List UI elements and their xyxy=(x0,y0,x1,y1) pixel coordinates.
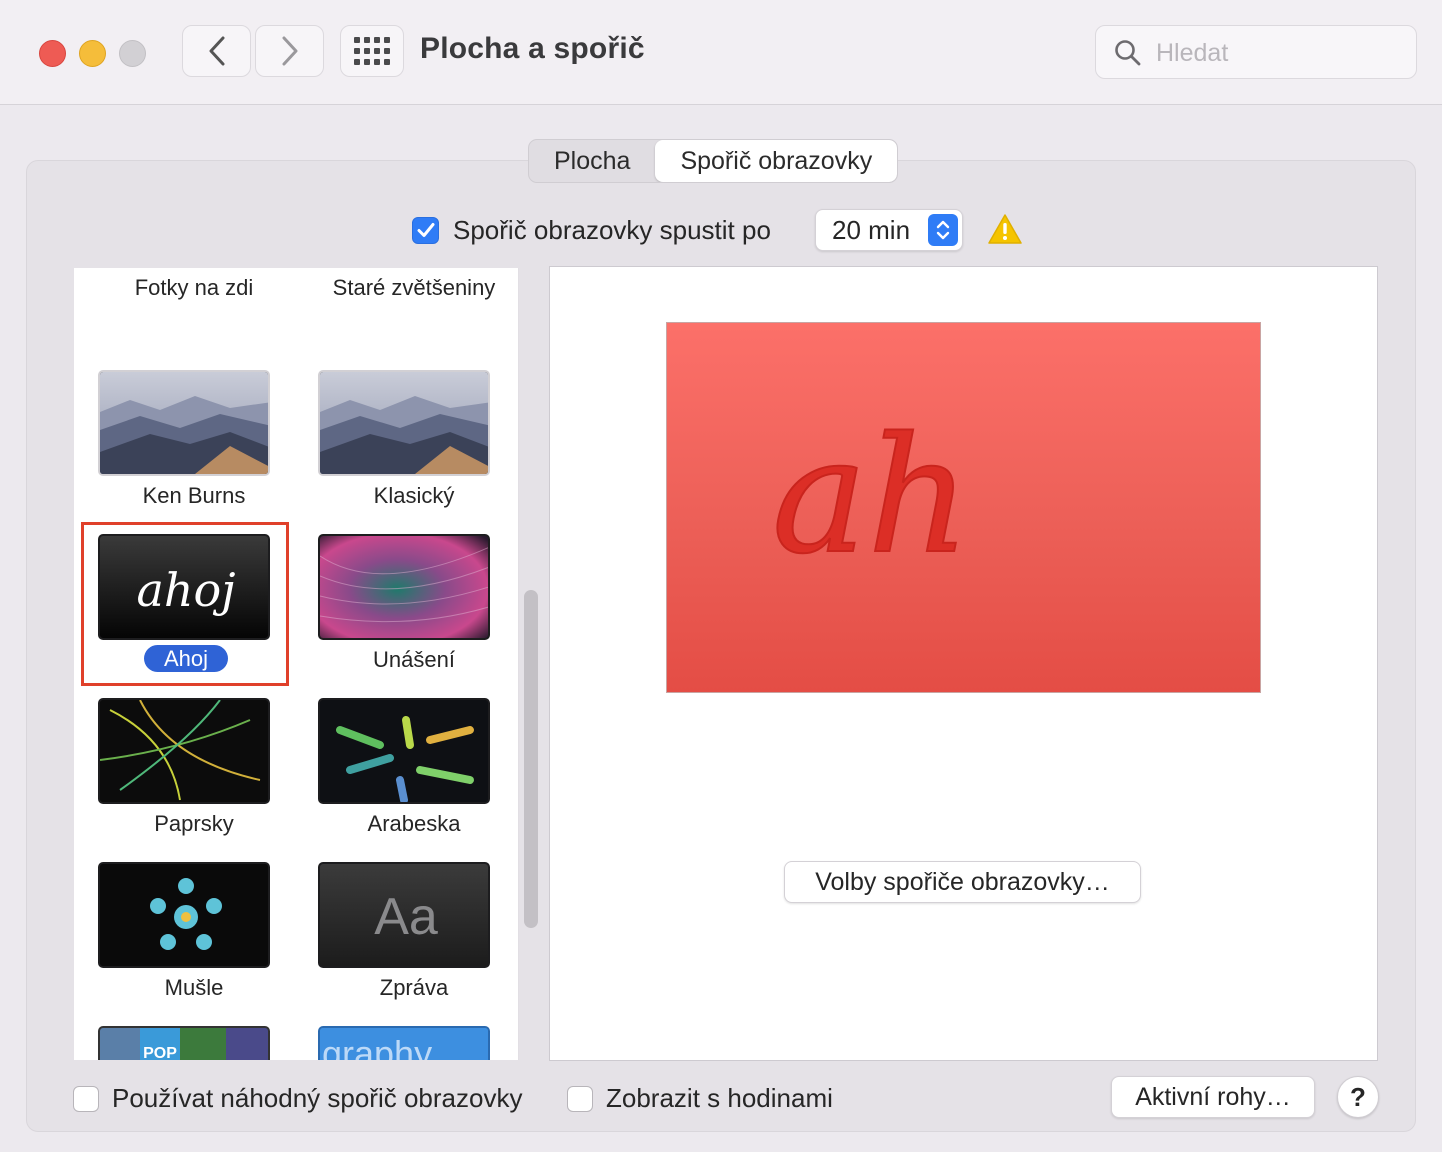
screen-saver-options-button[interactable]: Volby spořiče obrazovky… xyxy=(784,861,1141,903)
screen-saver-item[interactable]: Unášení xyxy=(304,534,504,694)
tab-bar: Plocha Spořič obrazovky xyxy=(528,139,899,183)
screen-saver-item[interactable]: Staré zvětšeniny xyxy=(304,268,504,322)
back-button[interactable] xyxy=(182,25,251,77)
start-after-checkbox[interactable] xyxy=(412,216,439,244)
screen-saver-item[interactable]: Fotky na zdi xyxy=(84,268,284,322)
close-window-button[interactable] xyxy=(39,40,66,67)
screen-saver-item[interactable]: Klasický xyxy=(304,370,504,530)
word-of-the-day-thumbnail: graphy xyxy=(318,1026,490,1060)
random-screen-saver-checkbox[interactable] xyxy=(73,1085,99,1112)
window-titlebar: Plocha a spořič xyxy=(0,0,1442,105)
search-icon xyxy=(1115,40,1141,66)
chevron-left-icon xyxy=(209,36,224,66)
screen-saver-item[interactable]: Arabeska xyxy=(304,698,504,858)
screen-saver-label: Zpráva xyxy=(379,975,449,1000)
screen-saver-label: Paprsky xyxy=(154,811,234,836)
flurry-thumbnail xyxy=(98,698,270,804)
preview-text: ah xyxy=(772,402,970,589)
start-after-value: 20 min xyxy=(832,215,911,245)
tab-screen-saver[interactable]: Spořič obrazovky xyxy=(655,140,898,182)
random-screen-saver-label: Používat náhodný spořič obrazovky xyxy=(112,1083,523,1113)
screen-saver-label: Mušle xyxy=(164,975,224,1000)
search-field[interactable] xyxy=(1095,25,1417,79)
minimize-window-button[interactable] xyxy=(79,40,106,67)
album-artwork-thumbnail: POP xyxy=(98,1026,270,1060)
checkmark-icon xyxy=(417,223,434,237)
mountains-thumbnail xyxy=(98,370,270,476)
drift-thumbnail xyxy=(318,534,490,640)
warning-icon[interactable] xyxy=(987,213,1023,245)
hot-corners-button[interactable]: Aktivní rohy… xyxy=(1111,1076,1315,1118)
show-with-clock-checkbox[interactable] xyxy=(567,1085,593,1112)
show-all-button[interactable] xyxy=(340,25,404,77)
screen-saver-item[interactable]: Paprsky xyxy=(84,698,284,858)
screen-saver-label: Unášení xyxy=(373,647,455,672)
message-thumbnail: Aa xyxy=(318,862,490,968)
show-with-clock-label: Zobrazit s hodinami xyxy=(606,1083,833,1113)
word-thumbnail-text: graphy xyxy=(322,1033,432,1060)
album-thumbnail-text: POP xyxy=(143,1045,177,1060)
list-scrollbar[interactable] xyxy=(524,590,538,928)
screen-saver-item[interactable]: Mušle xyxy=(84,862,284,1022)
window-title: Plocha a spořič xyxy=(420,32,645,65)
screen-saver-label: Fotky na zdi xyxy=(134,275,254,300)
start-after-popup[interactable]: 20 min xyxy=(815,209,963,251)
zoom-window-button[interactable] xyxy=(119,40,146,67)
screen-saver-label: Ken Burns xyxy=(142,483,246,508)
start-after-row: Spořič obrazovky spustit po xyxy=(412,210,771,250)
help-button[interactable]: ? xyxy=(1337,1076,1379,1118)
screen-saver-item[interactable]: graphy xyxy=(304,1026,504,1060)
selected-item-highlight xyxy=(81,522,289,686)
screen-saver-item[interactable]: Ken Burns xyxy=(84,370,284,530)
screen-saver-label: Klasický xyxy=(373,483,455,508)
screen-saver-label: Arabeska xyxy=(367,811,461,836)
random-screen-saver-row: Používat náhodný spořič obrazovky xyxy=(73,1083,522,1114)
preview-image: ah xyxy=(666,322,1261,693)
start-after-label: Spořič obrazovky spustit po xyxy=(453,214,771,245)
shell-thumbnail xyxy=(98,862,270,968)
tab-desktop[interactable]: Plocha xyxy=(529,140,655,182)
grid-icon xyxy=(354,37,390,65)
forward-button[interactable] xyxy=(255,25,324,77)
screen-saver-item[interactable]: POP xyxy=(84,1026,284,1060)
mountains-thumbnail xyxy=(318,370,490,476)
screen-saver-item[interactable]: Aa Zpráva xyxy=(304,862,504,1022)
show-with-clock-row: Zobrazit s hodinami xyxy=(567,1083,833,1114)
message-thumbnail-text: Aa xyxy=(374,888,438,946)
screen-saver-label: Staré zvětšeniny xyxy=(332,275,496,300)
chevron-right-icon xyxy=(282,36,297,66)
arabesque-thumbnail xyxy=(318,698,490,804)
popup-arrows-icon xyxy=(928,214,958,246)
search-input[interactable] xyxy=(1154,34,1408,72)
